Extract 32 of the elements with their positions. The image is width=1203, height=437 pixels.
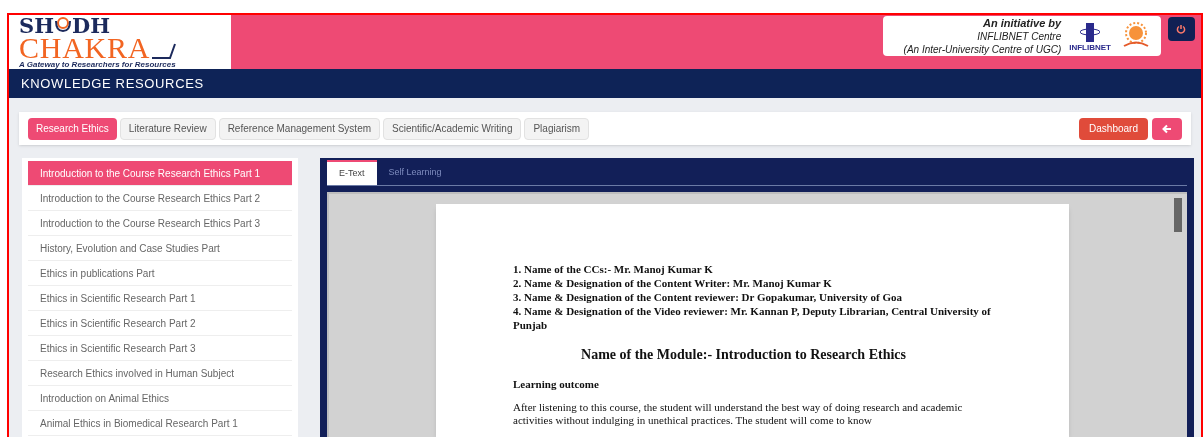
category-tab[interactable]: Literature Review [119, 117, 216, 140]
initiative-text: INFLIBNET Centre [977, 29, 1062, 43]
credit-line: 4. Name & Designation of the Video reviewer: Mr. Kannan P, Deputy Librarian, Central University of Punjab [513, 304, 992, 332]
emblem-label: INFLIBNET [1069, 44, 1111, 52]
module-title: Name of the Module:- Introduction to Research Ethics [580, 346, 907, 364]
section-title: KNOWLEDGE RESOURCES [21, 74, 204, 93]
viewer-tab[interactable]: E-Text [327, 160, 377, 185]
viewer-tab[interactable]: Self Learning [376, 160, 454, 185]
wheel-icon [54, 17, 72, 33]
category-tab[interactable]: Research Ethics [28, 117, 117, 140]
back-button[interactable] [1152, 117, 1182, 140]
category-tab[interactable]: Scientific/Academic Writing [383, 117, 522, 140]
logo-text: DH [72, 15, 111, 36]
arrow-left-icon [1162, 123, 1172, 134]
scrollbar-thumb[interactable] [1174, 198, 1182, 232]
logo-text: SH [19, 15, 54, 36]
section-heading: Learning outcome [513, 377, 600, 392]
credit-line: 1. Name of the CCs:- Mr. Manoj Kumar K [513, 262, 714, 276]
category-tab[interactable]: Plagiarism [524, 117, 590, 140]
outcome-paragraph: After listening to this course, the student will understand the best way of doing research and academic activities without indulging in unethical practices. The student will come to know [513, 400, 964, 427]
initiative-text: (An Inter-University Centre of UGC) [903, 42, 1062, 56]
logo-text: CHAKRA [19, 35, 151, 60]
logo-tagline: A Gateway to Researchers for Resources [19, 59, 177, 70]
power-button[interactable] [1167, 17, 1195, 41]
power-icon [1176, 24, 1186, 34]
module-item[interactable]: Introduction to the Course Research Ethics Part 1 [28, 161, 292, 186]
credit-line: 2. Name & Designation of the Content Writer: Mr. Manoj Kumar K [513, 276, 833, 290]
initiative-text: An initiative by [982, 16, 1062, 30]
credit-line: 3. Name & Designation of the Content reviewer: Dr Gopakumar, University of Goa [513, 290, 904, 304]
category-tab[interactable]: Reference Management System [218, 117, 381, 140]
dashboard-button[interactable]: Dashboard [1079, 117, 1148, 140]
tower-emblem-icon [1080, 20, 1101, 44]
